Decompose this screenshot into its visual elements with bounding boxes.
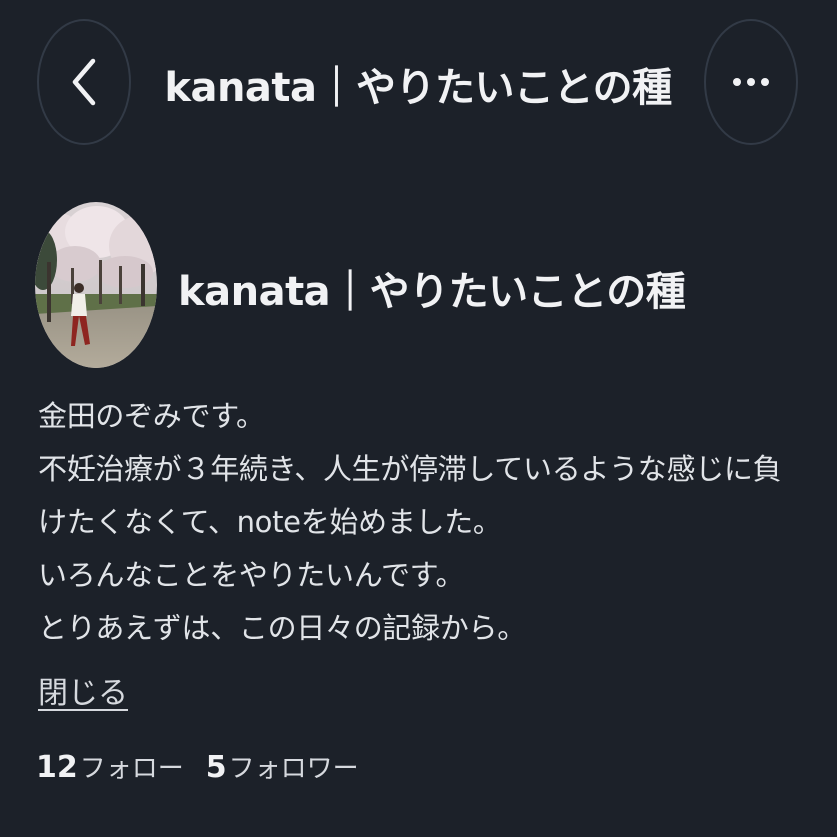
bio-line: とりあえずは、この日々の記録から。 [38, 611, 526, 645]
more-horizontal-icon [733, 78, 769, 86]
follow-stats: 12 フォロー 5 フォロワー [36, 748, 359, 785]
avatar-photo [35, 202, 157, 368]
close-bio-link[interactable]: 閉じる [38, 668, 128, 712]
header-title: kanata｜やりたいことの種 [164, 65, 672, 111]
avatar[interactable] [35, 202, 157, 368]
bio-line: 不妊治療が３年続き、人生が停滞しているような感じに負 [38, 452, 782, 486]
profile-bio: 金田のぞみです。 不妊治療が３年続き、人生が停滞しているような感じに負 けたくな… [38, 390, 808, 655]
followers-stat[interactable]: 5 フォロワー [206, 748, 359, 785]
following-count: 12 [36, 750, 78, 785]
followers-count: 5 [205, 750, 227, 785]
profile-name: kanata｜やりたいことの種 [178, 269, 686, 315]
following-label: フォロー [79, 754, 184, 784]
bio-line: 金田のぞみです。 [38, 399, 265, 433]
creator-profile-page: kanata｜やりたいことの種 kanata｜やりたいことの種 金田のぞみです。… [0, 0, 837, 837]
more-options-button[interactable] [704, 19, 798, 145]
bio-line: いろんなことをやりたいんです。 [38, 558, 465, 592]
following-stat[interactable]: 12 フォロー [36, 748, 184, 785]
chevron-left-icon [72, 58, 96, 106]
bio-line: けたくなくて、noteを始めました。 [38, 505, 502, 539]
back-button[interactable] [37, 19, 131, 145]
followers-label: フォロワー [228, 754, 359, 784]
